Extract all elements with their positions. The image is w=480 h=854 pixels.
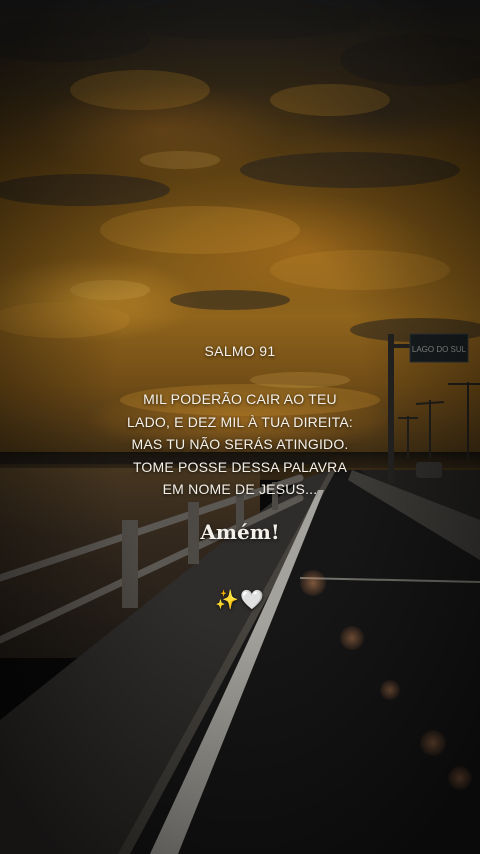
light-flare: [420, 730, 446, 756]
closing-amen: Amém!: [200, 520, 280, 544]
light-flare: [340, 626, 364, 650]
sparkles-icon: ✨: [215, 589, 240, 611]
verse-text: MIL PODERÃO CAIR AO TEU LADO, E DEZ MIL …: [0, 388, 480, 501]
verse-line: MIL PODERÃO CAIR AO TEU: [143, 391, 337, 407]
verse-line: MAS TU NÃO SERÁS ATINGIDO.: [131, 436, 349, 452]
white-heart-icon: 🤍: [240, 589, 265, 611]
psalm-title: SALMO 91: [204, 343, 276, 359]
verse-line: EM NOME DE JESUS...: [162, 481, 318, 497]
verse-line: TOME POSSE DESSA PALAVRA: [132, 458, 348, 475]
emoji-row: ✨🤍: [0, 588, 480, 611]
background-scene: LAGO DO SUL SALMO 91 MIL PODERÃO CAIR AO…: [0, 0, 480, 854]
verse-line: LADO, E DEZ MIL À TUA DIREITA:: [127, 413, 353, 430]
light-flare: [380, 680, 400, 700]
light-flare: [448, 766, 472, 790]
